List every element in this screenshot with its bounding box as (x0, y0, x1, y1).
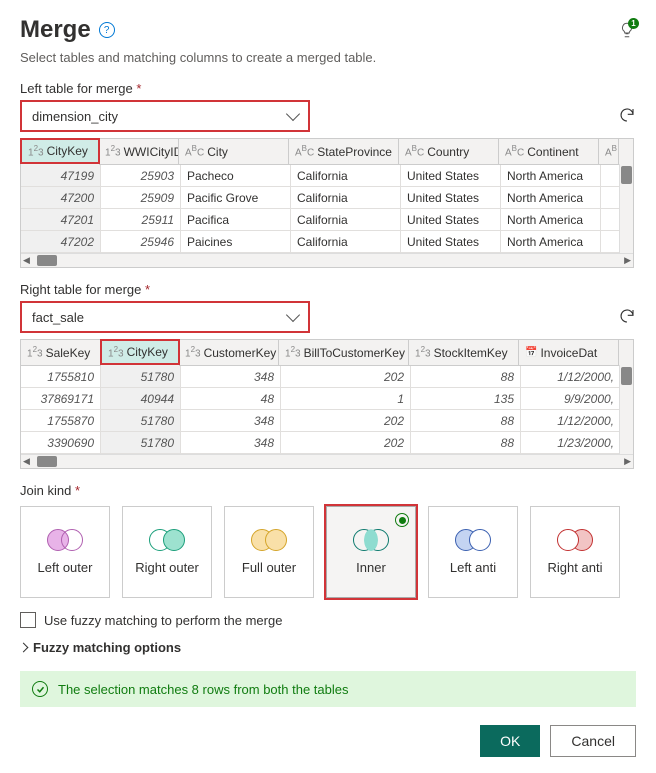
join-left-anti[interactable]: Left anti (428, 506, 518, 598)
col-stateprovince[interactable]: ABCStateProvince (289, 139, 399, 165)
col-more[interactable]: AB (599, 139, 619, 165)
status-text: The selection matches 8 rows from both t… (58, 682, 348, 697)
subtitle: Select tables and matching columns to cr… (20, 50, 636, 65)
join-inner[interactable]: Inner (326, 506, 416, 598)
vertical-scrollbar[interactable] (619, 365, 633, 456)
page-title: Merge (20, 16, 91, 44)
left-table-select[interactable]: dimension_city (20, 100, 310, 132)
join-right-outer[interactable]: Right outer (122, 506, 212, 598)
join-left-outer[interactable]: Left outer (20, 506, 110, 598)
col-customerkey[interactable]: 123CustomerKey (179, 340, 279, 366)
table-row: 175587051780348202881/12/2000, (21, 410, 633, 432)
right-table-value: fact_sale (32, 310, 84, 325)
table-row: 4720025909Pacific GroveCaliforniaUnited … (21, 187, 633, 209)
tips-icon[interactable]: 1 (618, 21, 636, 39)
table-row: 4720125911PacificaCaliforniaUnited State… (21, 209, 633, 231)
left-table-value: dimension_city (32, 109, 118, 124)
horizontal-scrollbar[interactable]: ◀▶ (21, 454, 633, 468)
col-invoicedate[interactable]: 📅InvoiceDat (519, 340, 619, 366)
right-table-select[interactable]: fact_sale (20, 301, 310, 333)
fuzzy-options-expander[interactable]: Fuzzy matching options (20, 640, 636, 655)
col-citykey-r[interactable]: 123CityKey (100, 339, 180, 365)
chevron-down-icon (286, 107, 300, 121)
left-table-grid: 123CityKey 123WWICityID ABCCity ABCState… (20, 138, 634, 268)
fuzzy-matching-checkbox[interactable] (20, 612, 36, 628)
cancel-button[interactable]: Cancel (550, 725, 636, 757)
success-icon (32, 681, 48, 697)
horizontal-scrollbar[interactable]: ◀▶ (21, 253, 633, 267)
table-row: 339069051780348202881/23/2000, (21, 432, 633, 454)
refresh-icon[interactable] (618, 307, 636, 325)
col-citykey[interactable]: 123CityKey (20, 138, 100, 164)
col-stockitemkey[interactable]: 123StockItemKey (409, 340, 519, 366)
fuzzy-matching-label: Use fuzzy matching to perform the merge (44, 613, 282, 628)
col-city[interactable]: ABCCity (179, 139, 289, 165)
right-table-label: Right table for merge * (20, 282, 636, 297)
ok-button[interactable]: OK (480, 725, 540, 757)
tips-badge: 1 (628, 18, 639, 29)
chevron-right-icon (19, 643, 29, 653)
table-row: 37869171409444811359/9/2000, (21, 388, 633, 410)
left-table-label: Left table for merge * (20, 81, 636, 96)
right-table-grid: 123SaleKey 123CityKey 123CustomerKey 123… (20, 339, 634, 469)
col-salekey[interactable]: 123SaleKey (21, 340, 101, 366)
refresh-icon[interactable] (618, 106, 636, 124)
vertical-scrollbar[interactable] (619, 164, 633, 255)
col-continent[interactable]: ABCContinent (499, 139, 599, 165)
table-row: 4719925903PachecoCaliforniaUnited States… (21, 165, 633, 187)
col-wwicityid[interactable]: 123WWICityID (99, 139, 179, 165)
chevron-down-icon (286, 308, 300, 322)
radio-selected-icon (395, 513, 409, 527)
col-billtocustomerkey[interactable]: 123BillToCustomerKey (279, 340, 409, 366)
col-country[interactable]: ABCCountry (399, 139, 499, 165)
status-bar: The selection matches 8 rows from both t… (20, 671, 636, 707)
join-full-outer[interactable]: Full outer (224, 506, 314, 598)
join-right-anti[interactable]: Right anti (530, 506, 620, 598)
help-icon[interactable]: ? (99, 22, 115, 38)
join-kind-label: Join kind * (20, 483, 636, 498)
table-row: 4720225946PaicinesCaliforniaUnited State… (21, 231, 633, 253)
table-row: 175581051780348202881/12/2000, (21, 366, 633, 388)
